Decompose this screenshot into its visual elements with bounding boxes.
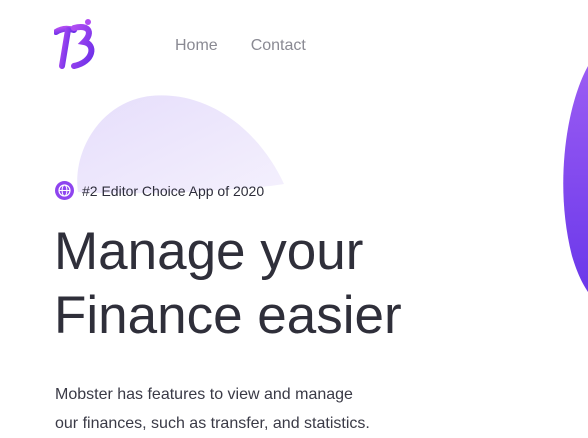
description-line: our finances, such as transfer, and stat… bbox=[55, 415, 370, 432]
badge-text: #2 Editor Choice App of 2020 bbox=[82, 182, 265, 199]
headline-line: Manage your bbox=[54, 222, 364, 281]
description-line: Mobster has features to view and manage bbox=[55, 386, 353, 403]
nav-link-home[interactable]: Home bbox=[175, 36, 218, 56]
hero-headline: Manage your Finance easier bbox=[54, 220, 402, 348]
award-badge: #2 Editor Choice App of 2020 bbox=[55, 181, 264, 200]
headline-line: Finance easier bbox=[54, 286, 402, 345]
nav-link-contact[interactable]: Contact bbox=[251, 36, 306, 56]
globe-icon bbox=[55, 181, 74, 200]
main-nav: Home Contact bbox=[175, 36, 306, 56]
hero-description: Mobster has features to view and manage … bbox=[55, 380, 370, 438]
brand-logo-icon[interactable] bbox=[54, 18, 98, 72]
phone-mockup-edge bbox=[563, 66, 588, 292]
